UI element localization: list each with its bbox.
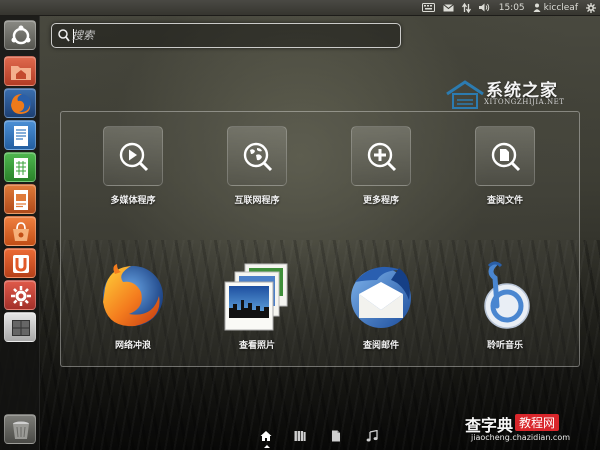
- home-lens[interactable]: [257, 428, 275, 448]
- volume-indicator[interactable]: [478, 3, 491, 12]
- launcher-calc[interactable]: [4, 152, 36, 182]
- software-center-icon: [13, 222, 29, 241]
- firefox-icon: [103, 264, 163, 327]
- shortcut-more-apps-icon-box: [351, 126, 411, 186]
- shortcut-more-apps[interactable]: 更多程序: [331, 126, 431, 206]
- mail-icon: [442, 3, 454, 11]
- launcher-system-settings[interactable]: [4, 280, 36, 310]
- launcher-trash[interactable]: [4, 414, 36, 444]
- shortcut-media-apps-label: 多媒体程序: [110, 196, 156, 206]
- banshee-icon: [484, 261, 530, 329]
- launcher-software-center[interactable]: [4, 216, 36, 246]
- applications-lens[interactable]: [291, 428, 309, 446]
- app-thunderbird[interactable]: 查阅邮件: [331, 258, 431, 351]
- mail-indicator[interactable]: [442, 3, 454, 12]
- shortcut-find-files-label: 查阅文件: [486, 196, 523, 206]
- dash-search-box[interactable]: [51, 23, 401, 48]
- impress-icon: [14, 190, 28, 210]
- ubuntu-one-icon: [13, 255, 29, 273]
- app-firefox-label: 网络冲浪: [114, 341, 151, 351]
- session-menu[interactable]: [586, 2, 596, 13]
- top-panel: 15:05 kiccleaf: [0, 0, 600, 16]
- keyboard-indicator[interactable]: [421, 3, 435, 12]
- network-icon: [461, 2, 471, 13]
- dash-home-button[interactable]: [4, 20, 36, 50]
- username: kiccleaf: [543, 2, 578, 13]
- active-lens-indicator: [264, 445, 270, 448]
- music-note-icon: [366, 430, 378, 442]
- dash-shortcuts-panel: 多媒体程序 互联网程序 更多程序 查阅文件 网络冲浪 查看照片 查阅邮件 聆听音…: [60, 111, 580, 367]
- workspaces-icon: [12, 320, 30, 336]
- app-photos[interactable]: 查看照片: [207, 258, 307, 351]
- search-icon: [58, 29, 70, 42]
- home-icon: [260, 431, 272, 441]
- shortcut-find-files[interactable]: 查阅文件: [455, 126, 555, 206]
- app-photos-label: 查看照片: [238, 341, 275, 351]
- media-play-icon: [119, 142, 149, 172]
- launcher-home-folder[interactable]: [4, 56, 36, 86]
- user-menu[interactable]: kiccleaf: [533, 3, 578, 13]
- writer-icon: [14, 126, 28, 146]
- watermark-subtitle: XITONGZHIJIA.NET: [484, 98, 565, 106]
- launcher-ubuntu-one[interactable]: [4, 248, 36, 278]
- watermark-bottom-badge: 教程网: [515, 414, 560, 431]
- shortcut-media-apps-icon-box: [103, 126, 163, 186]
- launcher-impress[interactable]: [4, 184, 36, 214]
- files-lens[interactable]: [327, 428, 345, 446]
- user-icon: [533, 3, 541, 12]
- file-icon: [332, 430, 340, 442]
- calc-icon: [14, 158, 28, 178]
- shortcut-internet-apps-icon-box: [227, 126, 287, 186]
- folder-icon: [11, 66, 31, 80]
- find-files-icon: [491, 142, 521, 172]
- launcher: [0, 16, 40, 450]
- app-thunderbird-label: 查阅邮件: [362, 341, 399, 351]
- keyboard-icon: [421, 3, 435, 12]
- shortcut-more-apps-label: 更多程序: [362, 196, 399, 206]
- clock-time: 15:05: [498, 2, 525, 13]
- clock[interactable]: 15:05: [499, 3, 525, 13]
- thunderbird-icon: [351, 266, 411, 328]
- search-input[interactable]: [72, 26, 392, 45]
- app-banshee[interactable]: 聆听音乐: [455, 258, 555, 351]
- shortcut-internet-apps-label: 互联网程序: [234, 196, 280, 206]
- launcher-firefox[interactable]: [4, 88, 36, 118]
- app-banshee-label: 聆听音乐: [486, 341, 523, 351]
- trash-icon: [13, 421, 29, 439]
- more-apps-plus-icon: [367, 142, 397, 172]
- watermark-bottom-url: jiaocheng.chazidian.com: [471, 433, 571, 442]
- music-lens[interactable]: [363, 428, 381, 446]
- settings-icon: [11, 286, 31, 306]
- app-firefox[interactable]: 网络冲浪: [83, 258, 183, 351]
- gear-icon: [586, 2, 596, 13]
- launcher-writer[interactable]: [4, 120, 36, 150]
- shortcut-find-files-icon-box: [475, 126, 535, 186]
- photos-icon: [224, 263, 288, 331]
- applications-icon: [294, 431, 306, 441]
- shortcut-media-apps[interactable]: 多媒体程序: [83, 126, 183, 206]
- internet-globe-icon: [243, 142, 273, 172]
- firefox-icon: [11, 94, 31, 114]
- lens-bar: [255, 428, 385, 448]
- launcher-workspaces[interactable]: [4, 312, 36, 342]
- ubuntu-logo-icon: [11, 25, 31, 45]
- shortcut-internet-apps[interactable]: 互联网程序: [207, 126, 307, 206]
- volume-icon: [478, 3, 489, 12]
- network-indicator[interactable]: [461, 2, 471, 13]
